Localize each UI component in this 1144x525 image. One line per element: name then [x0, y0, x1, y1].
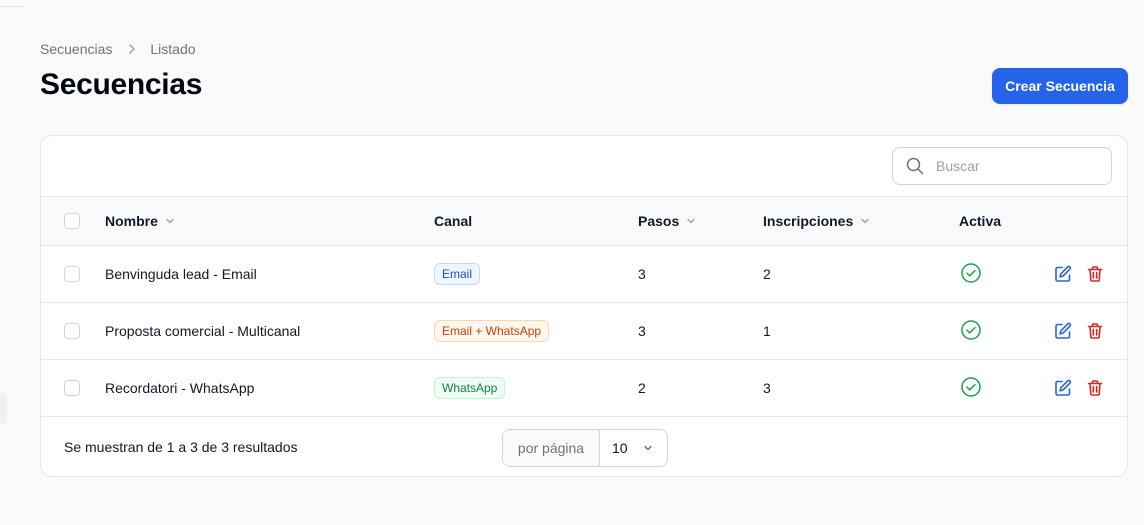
column-header-canal: Canal: [434, 213, 473, 229]
per-page-select[interactable]: 10: [600, 430, 667, 466]
breadcrumb-root-link[interactable]: Secuencias: [40, 41, 112, 57]
breadcrumb-current: Listado: [150, 41, 196, 57]
row-name: Proposta comercial - Multicanal: [105, 323, 301, 339]
search-box[interactable]: [892, 147, 1112, 185]
table-footer: Se muestran de 1 a 3 de 3 resultados por…: [41, 417, 1127, 476]
create-sequence-button[interactable]: Crear Secuencia: [992, 68, 1128, 104]
row-inscripciones: 1: [763, 323, 771, 339]
search-icon: [905, 156, 925, 176]
per-page-label: por página: [503, 430, 600, 466]
canal-badge: Email: [434, 263, 481, 285]
chevron-down-icon: [642, 442, 654, 454]
sequences-table-card: Nombre Canal Pasos Inscripciones Activa …: [40, 135, 1128, 477]
column-header-nombre[interactable]: Nombre: [105, 197, 176, 245]
select-all-checkbox[interactable]: [64, 213, 80, 229]
chevron-down-icon: [685, 215, 697, 227]
column-header-activa: Activa: [959, 213, 1002, 229]
column-header-inscripciones[interactable]: Inscripciones: [763, 197, 871, 245]
edit-icon[interactable]: [1054, 322, 1072, 340]
row-pasos: 3: [638, 266, 646, 282]
check-circle-icon: [960, 319, 982, 344]
chevron-down-icon: [859, 215, 871, 227]
trash-icon[interactable]: [1086, 322, 1104, 340]
row-inscripciones: 3: [763, 380, 771, 396]
trash-icon[interactable]: [1086, 379, 1104, 397]
canal-badge: WhatsApp: [434, 377, 506, 399]
chevron-down-icon: [164, 215, 176, 227]
chevron-right-icon: [126, 43, 138, 55]
row-checkbox[interactable]: [64, 323, 80, 339]
row-name: Benvinguda lead - Email: [105, 266, 257, 282]
table-row: Proposta comercial - Multicanal Email + …: [41, 303, 1127, 360]
column-header-pasos[interactable]: Pasos: [638, 197, 697, 245]
table-toolbar: [41, 136, 1127, 197]
check-circle-icon: [960, 376, 982, 401]
check-circle-icon: [960, 262, 982, 287]
table-row: Benvinguda lead - Email Email 3 2: [41, 246, 1127, 303]
row-pasos: 3: [638, 323, 646, 339]
row-checkbox[interactable]: [64, 266, 80, 282]
row-pasos: 2: [638, 380, 646, 396]
edit-icon[interactable]: [1054, 265, 1072, 283]
row-name: Recordatori - WhatsApp: [105, 380, 255, 396]
breadcrumb: Secuencias Listado: [40, 41, 196, 57]
table-row: Recordatori - WhatsApp WhatsApp 2 3: [41, 360, 1127, 417]
edit-icon[interactable]: [1054, 379, 1072, 397]
per-page-value: 10: [612, 440, 628, 456]
trash-icon[interactable]: [1086, 265, 1104, 283]
sidebar-collapse-handle[interactable]: [0, 393, 7, 425]
row-checkbox[interactable]: [64, 380, 80, 396]
page-title: Secuencias: [40, 68, 203, 101]
table-header: Nombre Canal Pasos Inscripciones Activa: [41, 197, 1127, 246]
top-left-divider: [0, 6, 24, 7]
results-summary: Se muestran de 1 a 3 de 3 resultados: [64, 439, 298, 455]
canal-badge: Email + WhatsApp: [434, 320, 550, 342]
row-inscripciones: 2: [763, 266, 771, 282]
per-page-control: por página 10: [502, 429, 668, 467]
search-input[interactable]: [934, 157, 1098, 175]
